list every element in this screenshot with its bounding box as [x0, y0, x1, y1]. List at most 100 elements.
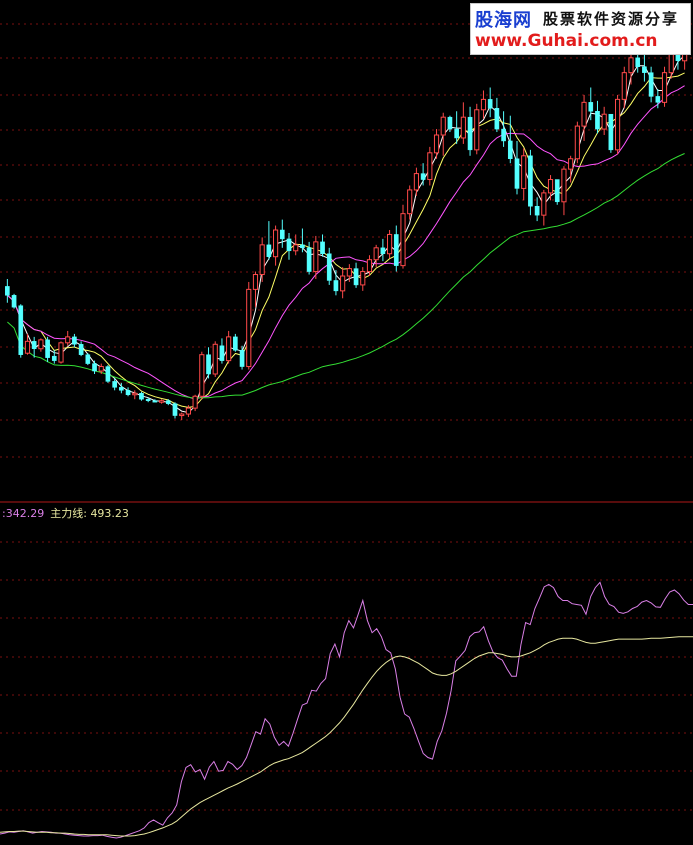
watermark-brand: 股海网 [475, 10, 532, 31]
candle-body-down [554, 179, 560, 203]
candle-body-down [380, 247, 386, 254]
candle-body-up [574, 125, 580, 160]
candle-body-up [340, 275, 346, 292]
candle-body-down [588, 102, 594, 112]
candle-body-down [239, 349, 245, 367]
candle-body-up [628, 57, 634, 74]
candle-body-down [393, 234, 399, 266]
candle-body-down [18, 305, 24, 355]
candle-body-up [313, 241, 319, 273]
candle-body-up [65, 336, 71, 344]
candle-body-down [45, 339, 50, 358]
candle-body-down [655, 96, 661, 103]
candle-body-down [648, 72, 654, 97]
candle-body-up [38, 339, 44, 350]
candle-body-down [119, 387, 124, 391]
watermark: 股海网 股票软件资源分享 www.Guhai.com.cn [470, 3, 691, 55]
candle-body-up [259, 244, 265, 276]
candle-body-down [125, 390, 131, 396]
candle-body-down [152, 400, 158, 403]
indicator-name-2: 主力线: [50, 507, 87, 520]
candle-body-up [621, 72, 627, 100]
candle-body-up [601, 113, 607, 130]
candle-body-up [293, 244, 299, 252]
candle-body-up [480, 98, 487, 111]
candle-body-up [541, 192, 547, 216]
candle-body-down [206, 354, 211, 375]
candle-body-down [165, 400, 171, 404]
ma-longest-line [7, 153, 685, 399]
candle-body-up [615, 98, 621, 151]
candle-body-up [252, 274, 259, 290]
candle-body-up [58, 342, 64, 363]
candle-body-down [595, 111, 600, 130]
candle-body-down [51, 355, 57, 361]
candle-body-down [11, 295, 17, 308]
candle-body-up [24, 340, 31, 354]
candle-body-down [72, 336, 77, 345]
candle-body-up [547, 179, 554, 194]
candle-body-up [226, 336, 232, 362]
indicator-lines [0, 581, 693, 839]
candle-body-up [581, 101, 587, 127]
candle-body-up [246, 288, 252, 368]
candle-body-up [346, 268, 352, 277]
candle-body-up [185, 407, 191, 415]
candle-body-down [105, 366, 111, 382]
watermark-slogan: 股票软件资源分享 [543, 10, 680, 28]
candle-body-up [199, 354, 205, 397]
candle-body-down [112, 381, 117, 388]
candle-body-down [78, 344, 84, 355]
candle-body-up [192, 395, 198, 409]
candle-body-up [474, 109, 480, 151]
candle-body-down [326, 253, 332, 281]
candle-body-up [179, 413, 185, 417]
grid-lines [0, 23, 693, 811]
candle-body-up [373, 247, 379, 261]
candle-body-down [31, 341, 37, 349]
candle-body-up [413, 173, 419, 191]
candle-body-down [528, 155, 533, 207]
candle-body-down [507, 140, 513, 159]
watermark-url: www.Guhai.com.cn [475, 31, 658, 51]
indicator-value-2: 493.23 [90, 507, 129, 520]
stock-chart [0, 23, 693, 839]
candle-body-down [279, 229, 285, 240]
candle-body-down [266, 244, 272, 257]
candle-body-up [661, 72, 668, 103]
candle-body-down [487, 99, 493, 109]
candle-body-down [172, 403, 178, 416]
candle-body-down [306, 247, 312, 272]
candle-body-down [447, 116, 453, 130]
candle-body-down [608, 113, 614, 151]
candle-body-down [642, 66, 647, 73]
candle-body-up [440, 116, 446, 136]
candle-body-up [159, 400, 165, 403]
candle-body-down [85, 354, 91, 364]
candle-body-down [92, 363, 97, 372]
candle-body-down [320, 241, 325, 254]
indicator-line-1 [0, 581, 693, 839]
candle-body-down [5, 286, 10, 296]
candle-body-down [467, 116, 473, 151]
candle-body-up [366, 259, 373, 273]
candle-body-up [427, 152, 433, 181]
candle-body-up [460, 116, 466, 139]
candle-body-down [534, 206, 540, 216]
candle-body-up [132, 392, 138, 396]
candle-body-down [353, 268, 359, 286]
indicator-legend: :342.29 主力线: 493.23 [2, 505, 129, 521]
candle-body-down [454, 128, 459, 139]
candle-body-down [635, 57, 641, 67]
candle-body-down [300, 244, 305, 249]
candle-body-down [286, 238, 292, 252]
candle-body-down [494, 108, 500, 130]
indicator-value-1: 342.29 [5, 507, 45, 520]
candle-body-down [139, 393, 144, 400]
candle-body-up [360, 271, 366, 286]
candle-body-down [501, 128, 506, 142]
candle-body-up [568, 158, 574, 170]
candle-body-down [145, 398, 151, 401]
candle-body-up [387, 233, 393, 255]
candle-body-down [233, 336, 238, 351]
